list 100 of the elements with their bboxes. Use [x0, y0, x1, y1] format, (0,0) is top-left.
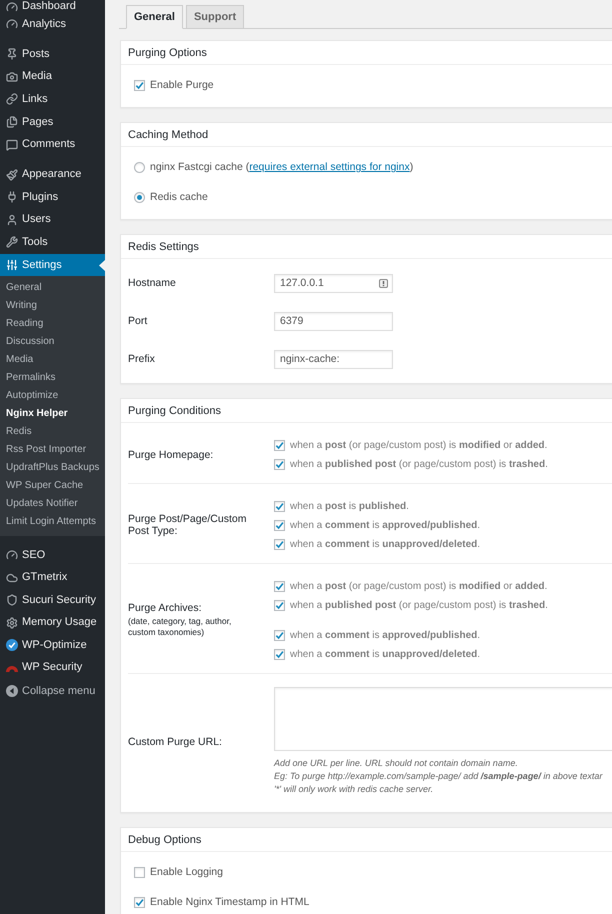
condition-label: Purge Archives:	[128, 602, 203, 614]
menu-item[interactable]: Sucuri Security	[0, 588, 105, 612]
user-icon	[6, 214, 18, 226]
wrench-icon	[6, 236, 18, 248]
field-description: Add one URL per line. URL should not contain domain name.	[274, 757, 519, 770]
submenu-item[interactable]: Discussion	[0, 333, 105, 352]
checkbox[interactable]	[134, 896, 145, 908]
menu-item[interactable]: Tools	[0, 231, 105, 254]
checkbox-label: when a post (or page/custom post) is modified or added.	[290, 580, 548, 592]
sliders-icon	[6, 259, 18, 272]
menu-item[interactable]: Posts	[0, 42, 105, 66]
tab[interactable]: Support	[186, 5, 244, 29]
text-field[interactable]: 127.0.0.1	[274, 274, 393, 292]
field-description: Eg: To purge http://example.com/sample-page/ add /sample-page/ in above textar	[274, 770, 604, 783]
menu-item[interactable]: Media	[0, 66, 105, 88]
checkbox[interactable]	[274, 580, 285, 592]
checkbox[interactable]	[274, 538, 285, 550]
menu-item[interactable]: Users	[0, 208, 105, 232]
radio-button[interactable]	[134, 162, 145, 172]
condition-label: Purge Post/Page/Custom Post Type:	[128, 513, 248, 537]
checkbox-label: when a published post (or page/custom post) is trashed.	[290, 458, 548, 470]
text-field[interactable]: 6379	[274, 312, 393, 330]
submenu-item[interactable]: UpdraftPlus Backups	[0, 459, 105, 478]
settings-link[interactable]: requires external settings for nginx	[249, 161, 410, 173]
shield-icon	[6, 594, 18, 606]
checkbox-label: when a comment is approved/published.	[290, 520, 480, 530]
submenu-item[interactable]: Updates Notifier	[0, 495, 105, 514]
submenu-item[interactable]: Autoptimize	[0, 387, 105, 406]
collapse-menu-button[interactable]: Collapse menu	[0, 679, 105, 702]
menu-item[interactable]: Pages	[0, 110, 105, 134]
submenu-item[interactable]: WP Super Cache	[0, 477, 105, 496]
field-label: Hostname	[128, 277, 177, 289]
submenu-item[interactable]: Reading	[0, 315, 105, 334]
submenu-item[interactable]: Redis	[0, 423, 105, 442]
check-circle-icon	[6, 639, 18, 652]
gauge-icon	[6, 549, 18, 561]
submenu-item[interactable]: General	[0, 279, 105, 298]
menu-item[interactable]: GTmetrix	[0, 566, 105, 589]
checkbox[interactable]	[274, 500, 285, 512]
menu-item[interactable]: Links	[0, 88, 105, 111]
radio-button[interactable]	[134, 192, 145, 202]
condition-label: Purge Homepage:	[128, 448, 214, 460]
checkbox-label: Enable Logging	[150, 866, 223, 878]
submenu-item[interactable]: Permalinks	[0, 369, 105, 388]
field-label: Port	[128, 315, 148, 327]
cloud-icon	[6, 572, 18, 584]
paintbrush-icon	[6, 168, 18, 181]
checkbox-label: when a comment is unapproved/deleted.	[290, 538, 480, 550]
checkbox-label: when a post is published.	[290, 500, 409, 512]
checkbox[interactable]	[274, 648, 285, 660]
menu-item[interactable]: Settings	[0, 254, 105, 276]
checkbox-label: when a post (or page/custom post) is modified or added.	[290, 440, 548, 450]
checkbox[interactable]	[274, 440, 285, 450]
menu-item[interactable]: SEO	[0, 544, 105, 566]
condition-note: (date, category, tag, author, custom taxonomies)	[128, 616, 232, 638]
gear-icon	[6, 616, 18, 629]
checkbox-label: Enable Nginx Timestamp in HTML	[150, 896, 310, 908]
menu-item[interactable]: Analytics	[0, 13, 105, 36]
checkbox[interactable]	[134, 80, 145, 90]
submenu-item[interactable]: Limit Login Attempts	[0, 513, 105, 532]
submenu-item[interactable]: Nginx Helper	[0, 405, 105, 424]
field-label: Prefix	[128, 353, 156, 365]
menu-item[interactable]: WP-Optimize	[0, 634, 105, 657]
menu-item[interactable]: Appearance	[0, 163, 105, 186]
submenu-item[interactable]: Writing	[0, 297, 105, 316]
link-icon	[6, 93, 18, 106]
checkbox[interactable]	[274, 520, 285, 530]
menu-item[interactable]: WP Security	[0, 656, 105, 680]
camera-icon	[6, 70, 18, 83]
section-title: Redis Settings	[128, 240, 199, 254]
speech-bubble-icon	[6, 138, 18, 151]
checkbox-label: when a published post (or page/custom post) is trashed.	[290, 600, 548, 610]
plug-icon	[6, 191, 18, 204]
menu-item[interactable]: Memory Usage	[0, 611, 105, 634]
section-title: Debug Options	[128, 832, 202, 846]
checkbox[interactable]	[274, 458, 285, 470]
checkbox[interactable]	[274, 630, 285, 640]
radio-label: nginx Fastcgi cache (requires external settings for nginx)	[150, 161, 414, 173]
field-description: '*' will only work with redis cache server.	[274, 783, 434, 796]
submenu-item[interactable]: Rss Post Importer	[0, 441, 105, 460]
section-title: Caching Method	[128, 128, 208, 142]
menu-item[interactable]: Dashboard	[0, 0, 105, 13]
checkbox[interactable]	[274, 600, 285, 610]
checkbox-label: when a comment is approved/published.	[290, 630, 480, 640]
menu-pointer-icon	[99, 260, 105, 271]
tab[interactable]: General	[126, 5, 183, 29]
checkbox-label: when a comment is unapproved/deleted.	[290, 648, 480, 660]
checkbox[interactable]	[134, 866, 145, 878]
dome-icon	[6, 664, 18, 672]
section-title: Purging Options	[128, 46, 207, 60]
menu-item[interactable]: Plugins	[0, 186, 105, 209]
gauge-icon	[6, 18, 18, 30]
section-title: Purging Conditions	[128, 404, 221, 418]
pushpin-icon	[6, 48, 18, 60]
radio-label: Redis cache	[150, 191, 208, 203]
condition-label: Custom Purge URL:	[128, 736, 223, 748]
submenu-item[interactable]: Media	[0, 351, 105, 370]
menu-item[interactable]: Comments	[0, 133, 105, 156]
documents-icon	[6, 116, 18, 128]
text-field[interactable]: nginx-cache:	[274, 350, 393, 368]
